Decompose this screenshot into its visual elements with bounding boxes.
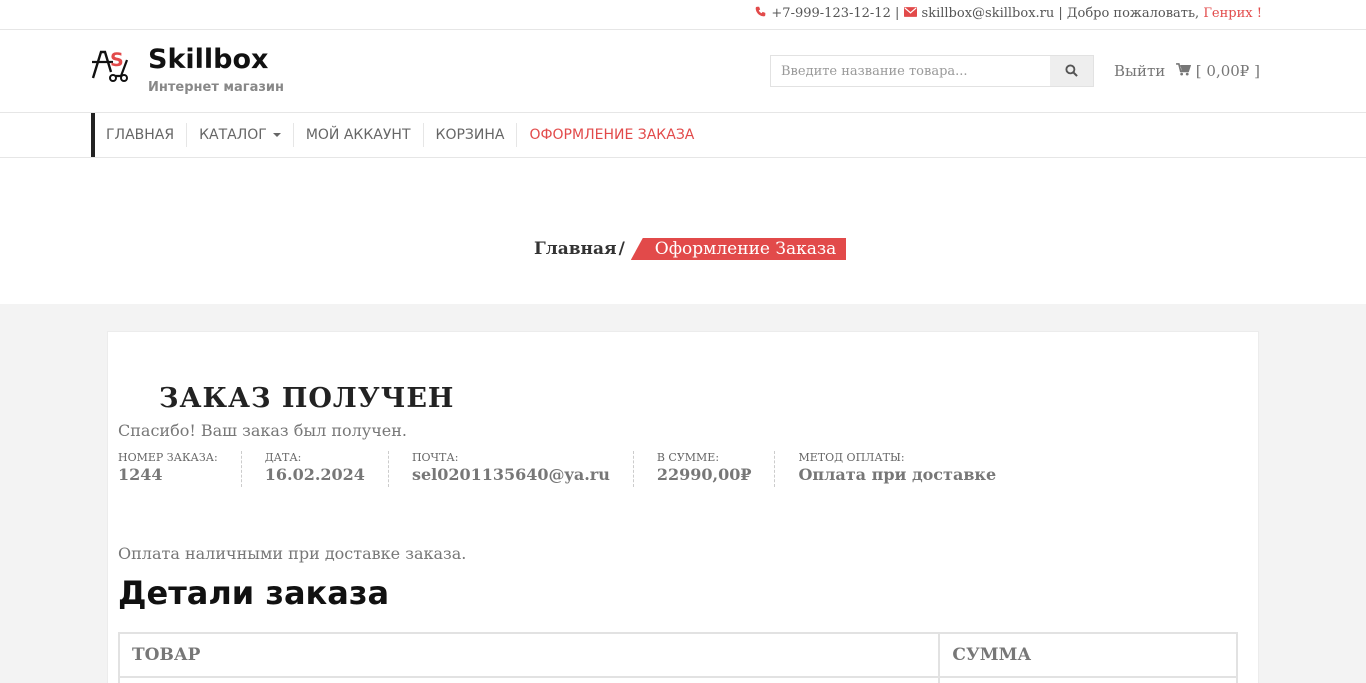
main-nav: ГЛАВНАЯ КАТАЛОГ МОЙ АККАУНТ КОРЗИНА ОФОР… [0,113,1366,158]
search-icon [1065,62,1078,81]
nav-item-account[interactable]: МОЙ АККАУНТ [292,123,423,147]
phone-link[interactable]: +7-999-123-12-12 [771,6,890,21]
email-link[interactable]: skillbox@skillbox.ru [922,6,1055,21]
table-header-row: ТОВАР СУММА [117,632,1238,678]
column-header-total: СУММА [938,632,1238,678]
nav-item-catalog[interactable]: КАТАЛОГ [186,123,293,147]
column-header-product: ТОВАР [117,632,941,678]
logout-link[interactable]: Выйти [1114,62,1165,80]
order-details-heading: Детали заказа [118,574,390,612]
welcome-text: | Добро пожаловать, [1058,6,1200,21]
nav-item-checkout[interactable]: ОФОРМЛЕНИЕ ЗАКАЗА [516,123,706,147]
table-row [117,676,1238,683]
order-payment-method: МЕТОД ОПЛАТЫ: Оплата при доставке [774,451,1019,487]
thank-you-message: Спасибо! Ваш заказ был получен. [118,421,408,440]
order-number: НОМЕР ЗАКАЗА: 1244 [118,451,218,484]
cart-link[interactable]: [ 0,00₽ ] [1176,62,1260,80]
chevron-down-icon [272,133,281,137]
nav-item-home[interactable]: ГЛАВНАЯ [95,123,186,147]
contact-info: +7-999-123-12-12 | skillbox@skillbox.ru … [755,6,1262,21]
nav-item-cart[interactable]: КОРЗИНА [422,123,517,147]
page-banner: Главная / Оформление Заказа [0,158,1366,304]
order-details-table: ТОВАР СУММА [117,632,1238,683]
order-total: В СУММЕ: 22990,00₽ [632,451,775,487]
top-bar: +7-999-123-12-12 | skillbox@skillbox.ru … [0,0,1366,30]
phone-icon [755,6,766,20]
logo-title[interactable]: Skillbox [148,44,268,75]
order-date: ДАТА: 16.02.2024 [240,451,388,487]
svg-text:S: S [110,49,124,71]
breadcrumb-home[interactable]: Главная [534,239,617,259]
order-received-card: ЗАКАЗ ПОЛУЧЕН Спасибо! Ваш заказ был пол… [107,331,1259,683]
exclaim: ! [1256,6,1262,21]
cart-total: [ 0,00₽ ] [1195,62,1260,80]
search-button[interactable] [1050,56,1093,86]
table-cell [117,676,941,683]
search-box [770,55,1094,87]
logo-subtitle: Интернет магазин [148,80,284,95]
breadcrumb-current: Оформление Заказа [630,238,847,260]
envelope-icon [903,6,917,20]
site-header: S Skillbox Интернет магазин Выйти [ 0,00… [0,30,1366,113]
payment-note: Оплата наличными при доставке заказа. [118,544,467,563]
order-overview: НОМЕР ЗАКАЗА: 1244 ДАТА: 16.02.2024 ПОЧТ… [118,451,1019,487]
logo-icon[interactable]: S [91,48,135,82]
order-email: ПОЧТА: sel0201135640@ya.ru [387,451,633,487]
separator: | [895,6,900,21]
breadcrumb: Главная / Оформление Заказа [534,238,847,260]
search-input[interactable] [771,56,1052,86]
table-cell [938,676,1238,683]
cart-icon [1176,62,1196,80]
breadcrumb-separator: / [618,239,625,259]
page-title: ЗАКАЗ ПОЛУЧЕН [159,383,455,414]
user-name-link[interactable]: Генрих [1203,6,1252,21]
